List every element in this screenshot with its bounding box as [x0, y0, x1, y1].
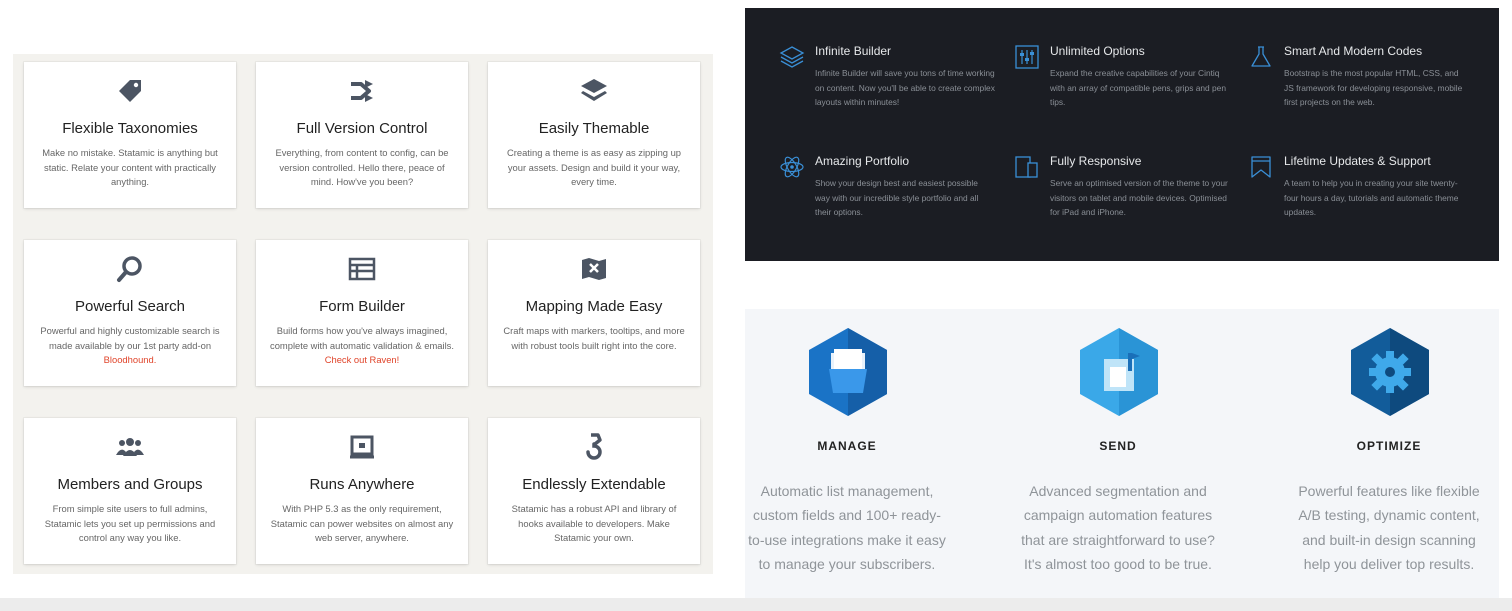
feature-title: Runs Anywhere	[309, 476, 415, 493]
hook-icon	[488, 430, 700, 464]
bottom-divider	[0, 598, 1512, 611]
dark-feature-desc: Expand the creative capabilities of your…	[1050, 68, 1226, 107]
feature-desc: Make no mistake. Statamic is anything bu…	[42, 147, 218, 187]
feature-desc: Creating a theme is as easy as zipping u…	[506, 147, 682, 187]
branch-icon	[256, 74, 468, 108]
feature-desc: Craft maps with markers, tooltips, and m…	[503, 325, 685, 351]
feature-desc: From simple site users to full admins, S…	[44, 503, 216, 543]
server-icon	[256, 430, 468, 464]
folder-hex-icon	[807, 327, 889, 417]
dark-feature-desc: A team to help you in creating your site…	[1284, 178, 1459, 217]
dark-feature-desc: Serve an optimised version of the theme …	[1050, 178, 1228, 217]
gear-hex-icon	[1349, 327, 1431, 417]
dark-feature-title: Amazing Portfolio	[815, 154, 910, 168]
devices-icon	[1014, 154, 1040, 180]
search-icon	[24, 252, 236, 286]
feature-title: Flexible Taxonomies	[62, 120, 198, 137]
dark-feature-title: Smart And Modern Codes	[1284, 44, 1423, 58]
feature-desc: Powerful and highly customizable search …	[40, 325, 220, 365]
service-heading: SEND	[1099, 439, 1137, 453]
layers-icon	[488, 74, 700, 108]
feature-title: Powerful Search	[74, 298, 186, 315]
tag-icon	[24, 74, 236, 108]
dark-feature-title: Unlimited Options	[1050, 44, 1145, 58]
services-panel: MANAGE Automatic list management, custom…	[745, 309, 1499, 611]
feature-title: Easily Themable	[538, 120, 650, 137]
dark-feature-desc: Show your design best and easiest possib…	[815, 178, 979, 217]
feature-card: Easily Themable Creating a theme is as e…	[488, 62, 700, 208]
dark-feature-title: Fully Responsive	[1050, 154, 1142, 168]
feature-card: Powerful Search Powerful and highly cust…	[24, 240, 236, 386]
feature-title: Full Version Control	[296, 120, 428, 137]
bookmark-icon	[1248, 154, 1274, 180]
dark-features-panel: Infinite Builder Infinite Builder will s…	[745, 8, 1499, 261]
dark-feature-title: Infinite Builder	[815, 44, 892, 58]
service-heading: OPTIMIZE	[1356, 439, 1422, 453]
raven-link[interactable]: Check out Raven!	[325, 354, 400, 365]
mailbox-hex-icon	[1078, 327, 1160, 417]
feature-desc: With PHP 5.3 as the only requirement, St…	[270, 503, 454, 543]
service-heading: MANAGE	[817, 439, 877, 453]
features-grid-panel: Flexible Taxonomies Make no mistake. Sta…	[13, 54, 713, 574]
users-icon	[24, 430, 236, 464]
feature-card: Flexible Taxonomies Make no mistake. Sta…	[24, 62, 236, 208]
service-body: Automatic list management, custom fields…	[748, 483, 946, 572]
feature-card: Runs Anywhere With PHP 5.3 as the only r…	[256, 418, 468, 564]
feature-title: Mapping Made Easy	[525, 298, 663, 315]
feature-card: Mapping Made Easy Craft maps with marker…	[488, 240, 700, 386]
feature-desc: Statamic has a robust API and library of…	[511, 503, 677, 543]
feature-desc: Build forms how you've always imagined, …	[270, 325, 454, 365]
dark-feature-title: Lifetime Updates & Support	[1284, 154, 1431, 168]
feature-title: Members and Groups	[57, 476, 203, 493]
sliders-icon	[1014, 44, 1040, 70]
feature-title: Endlessly Extendable	[522, 476, 666, 493]
feature-card: Members and Groups From simple site user…	[24, 418, 236, 564]
feature-card: Form Builder Build forms how you've alwa…	[256, 240, 468, 386]
dark-feature-desc: Infinite Builder will save you tons of t…	[815, 68, 995, 107]
feature-desc: Everything, from content to config, can …	[275, 147, 449, 187]
form-icon	[256, 252, 468, 286]
bloodhound-link[interactable]: Bloodhound.	[104, 354, 157, 365]
dark-feature-desc: Bootstrap is the most popular HTML, CSS,…	[1284, 68, 1463, 107]
feature-title: Form Builder	[319, 298, 405, 315]
map-icon	[488, 252, 700, 286]
atom-icon	[779, 154, 805, 180]
stack-icon	[779, 44, 805, 70]
feature-card: Full Version Control Everything, from co…	[256, 62, 468, 208]
service-body: Powerful features like flexible A/B test…	[1298, 483, 1480, 572]
flask-icon	[1248, 44, 1274, 70]
service-body: Advanced segmentation and campaign autom…	[1021, 483, 1215, 572]
feature-card: Endlessly Extendable Statamic has a robu…	[488, 418, 700, 564]
